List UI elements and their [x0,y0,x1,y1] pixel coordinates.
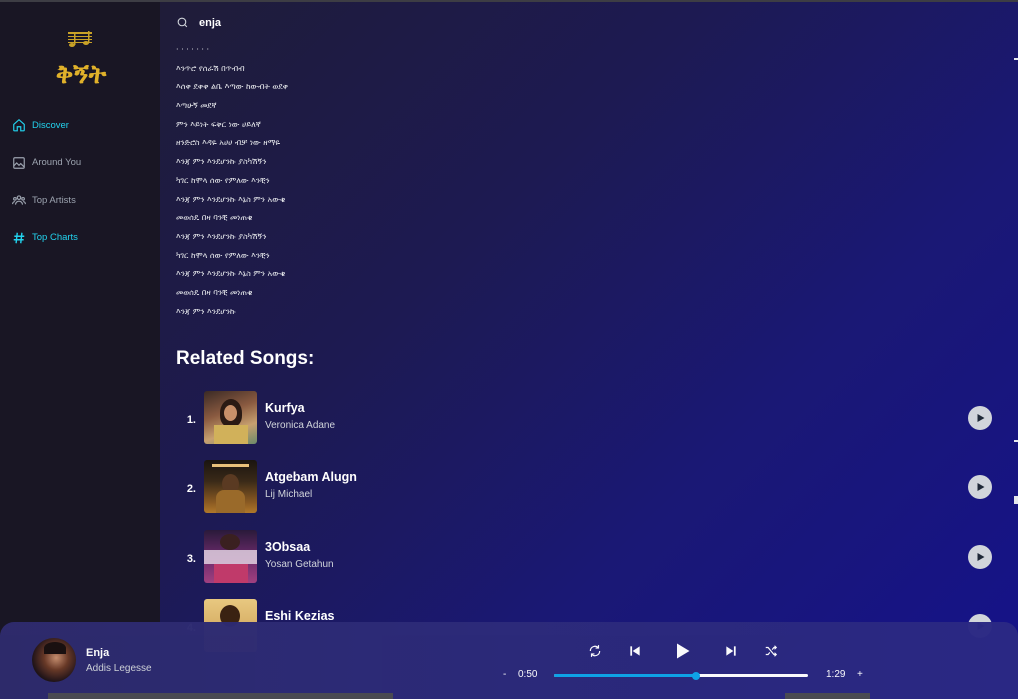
scrollbar-mark[interactable] [1014,440,1018,442]
main-content: · · · · · · · እንጥሮ የሰራሽ በጥብብ እሰቀ ደቀቀ ልቤ እጣ… [160,2,1018,699]
play-icon [977,552,985,561]
previous-icon[interactable] [628,644,642,658]
lyric-line: እንጃ ምን እንደሆንኩ ያስካሽኝን [176,157,267,167]
lyric-line: ካገር ከሞላ ሰው የምለው እንቺን [176,175,270,185]
horizontal-scrollbar[interactable] [48,693,393,699]
sidebar-item-label: Discover [32,119,69,131]
lyric-line: እንጃ ምን እንደሆንኩ እኔስ ምን አውቄ [176,194,286,204]
lyric-line: መወሰዴ በዛ ባንቺ መነጠቄ [176,213,253,223]
now-playing-title[interactable]: Enja [86,647,109,659]
seek-forward-button[interactable]: + [857,669,863,680]
hash-icon [13,232,25,243]
lyric-line: እሰቀ ደቀቀ ልቤ እጣው ከውብት ወደቀ [176,82,289,92]
sidebar-item-label: Top Artists [32,194,76,206]
song-cover[interactable] [204,529,257,583]
current-time: 0:50 [518,669,538,680]
song-rank: 1. [186,414,196,426]
sidebar: ቅኝት Discover Around You Top Artists Top … [0,2,160,699]
playback-controls [586,642,786,662]
seek-handle[interactable] [692,671,701,680]
lyric-line: እንጃ ምን እንደሆንኩ ያስካሽኝን [176,231,267,241]
song-title[interactable]: 3Obsaa [265,540,334,554]
scrollbar-mark[interactable] [1014,496,1018,504]
image-icon [13,156,25,169]
lyric-line: መወሰዴ በዛ ባንቺ መነጠቄ [176,287,253,297]
lyric-line: እጣሁኝ መደኛ [176,101,217,111]
music-player-bar: Enja Addis Legesse - 0:50 1:29 + [0,622,1018,699]
song-rank: 3. [186,552,196,565]
play-button[interactable] [968,475,992,500]
play-button[interactable] [968,406,992,430]
lyric-line: እንጥሮ የሰራሽ በጥብብ [176,63,245,73]
total-time: 1:29 [826,669,846,680]
play-pause-icon[interactable] [672,641,692,661]
seek-slider[interactable] [554,671,808,680]
sidebar-nav: Discover Around You Top Artists Top Char… [12,115,81,265]
sidebar-item-discover[interactable]: Discover [12,115,81,135]
song-title[interactable]: Kurfya [265,401,335,415]
song-artist[interactable]: Lij Michael [265,489,357,500]
seek-bar: - 0:50 1:29 + [500,669,870,683]
users-icon [12,195,26,205]
lyric-line: ዘንድሮስ እዳዬ አሀሀ ብቻ ነው ዘማዬ [176,138,281,148]
next-icon[interactable] [724,644,738,658]
sidebar-item-label: Top Charts [32,232,78,243]
play-icon [977,483,985,492]
lyric-line: ምን እይነት ፍቅር ነው ሀይለኛ [176,119,261,129]
home-icon [13,118,25,132]
seek-progress [554,674,697,677]
scrollbar-mark[interactable] [1014,58,1018,60]
shuffle-icon[interactable] [764,644,778,658]
lyrics-panel: · · · · · · · እንጥሮ የሰራሽ በጥብብ እሰቀ ደቀቀ ልቤ እጣ… [176,41,576,318]
search-bar [176,16,499,29]
song-title[interactable]: Atgebam Alugn [265,470,357,484]
search-input[interactable] [199,16,499,29]
app-logo[interactable]: ቅኝት [48,28,114,92]
song-rank: 2. [186,483,196,496]
song-artist[interactable]: Yosan Getahun [265,559,334,570]
sidebar-item-top-charts[interactable]: Top Charts [12,228,81,248]
song-cover[interactable] [204,460,257,514]
song-title[interactable]: Eshi Kezias [265,609,334,623]
list-item[interactable]: 3. 3Obsaa Yosan Getahun [176,528,996,597]
lyric-line: እንጃ ምን እንደሆንኩ እኔስ ምን አውቄ [176,269,286,279]
repeat-icon[interactable] [588,644,602,658]
search-icon[interactable] [176,16,189,29]
play-icon [977,414,985,422]
lyric-line: ካገር ከሞላ ሰው የምለው እንቺን [176,250,270,260]
seek-back-button[interactable]: - [503,669,506,680]
horizontal-scrollbar-thumb[interactable] [785,693,870,699]
related-songs-heading: Related Songs: [176,348,315,369]
sidebar-item-label: Around You [32,157,82,168]
play-button[interactable] [968,544,992,569]
now-playing-cover[interactable] [32,638,76,682]
sidebar-item-top-artists[interactable]: Top Artists [12,190,81,210]
list-item[interactable]: 1. Kurfya Veronica Adane [176,389,996,458]
now-playing-artist[interactable]: Addis Legesse [86,663,152,674]
lyric-line: · · · · · · · [176,45,210,54]
lyric-line: እንጃ ምን እንደሆንኩ [176,306,236,316]
music-notes-logo-icon: ቅኝት [56,31,107,90]
logo-text: ቅኝት [56,60,107,90]
sidebar-item-around-you[interactable]: Around You [12,153,81,173]
list-item[interactable]: 2. Atgebam Alugn Lij Michael [176,458,996,527]
song-cover[interactable] [204,391,257,444]
song-artist[interactable]: Veronica Adane [265,420,335,431]
